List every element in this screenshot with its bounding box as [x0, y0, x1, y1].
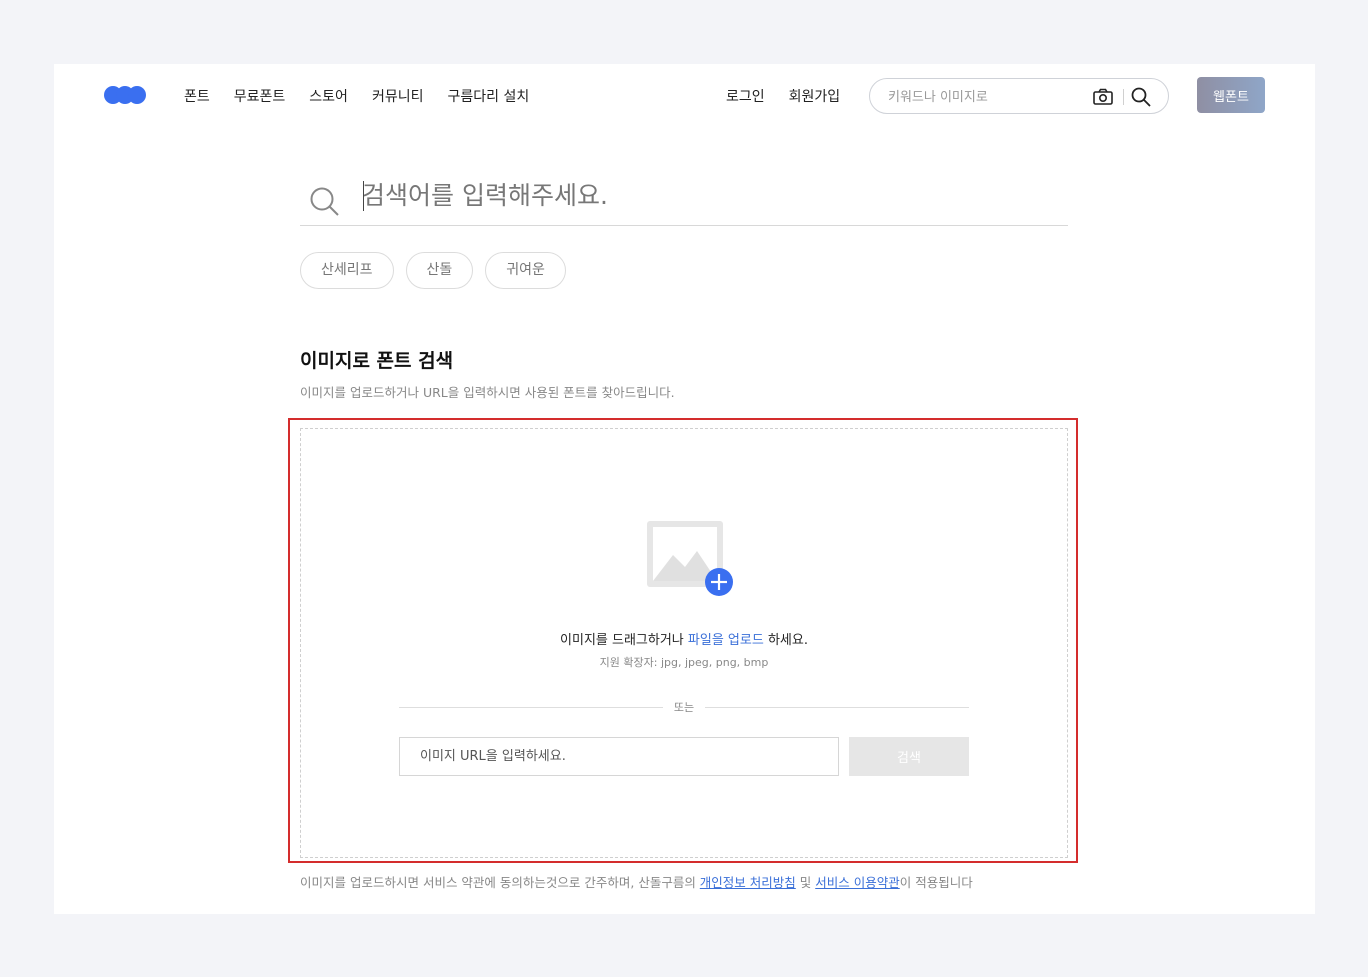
tag-chip[interactable]: 산세리프 — [300, 252, 394, 289]
logo[interactable] — [104, 86, 146, 104]
webfont-button[interactable]: 웹폰트 — [1197, 77, 1265, 113]
search-icon[interactable] — [1130, 86, 1152, 108]
file-upload-link[interactable]: 파일을 업로드 — [688, 633, 764, 648]
header-search-input[interactable] — [888, 87, 1068, 107]
auth-links: 로그인 회원가입 — [726, 86, 840, 106]
image-upload-icon — [647, 521, 733, 596]
tag-chip[interactable]: 귀여운 — [485, 252, 566, 289]
main-panel: 폰트 무료폰트 스토어 커뮤니티 구름다리 설치 로그인 회원가입 웹폰트 — [54, 64, 1315, 914]
terms-of-service-link[interactable]: 서비스 이용약관 — [815, 875, 899, 890]
login-link[interactable]: 로그인 — [726, 86, 765, 106]
divider-line — [705, 707, 969, 708]
tag-chip[interactable]: 산돌 — [405, 252, 474, 289]
main-search-input[interactable] — [362, 177, 1052, 213]
signup-link[interactable]: 회원가입 — [789, 86, 841, 106]
terms-text: 및 — [795, 875, 816, 890]
privacy-policy-link[interactable]: 개인정보 처리방침 — [700, 875, 796, 890]
drop-text-after: 하세요. — [763, 633, 808, 648]
url-search-button[interactable]: 검색 — [849, 737, 969, 776]
main-search — [300, 171, 1068, 226]
section-description: 이미지를 업로드하거나 URL을 입력하시면 사용된 폰트를 찾아드립니다. — [300, 385, 675, 400]
search-icon — [310, 187, 339, 216]
drop-text-before: 이미지를 드래그하거나 — [560, 633, 688, 648]
camera-icon[interactable] — [1092, 86, 1114, 108]
nav-item-store[interactable]: 스토어 — [309, 86, 348, 106]
terms-text: 이미지를 업로드하시면 서비스 약관에 동의하는것으로 간주하며, 산돌구름의 — [300, 875, 700, 890]
highlight-box: 이미지를 드래그하거나 파일을 업로드 하세요. 지원 확장자: jpg, jp… — [288, 418, 1078, 863]
text-caret — [363, 181, 364, 211]
divider — [1123, 89, 1124, 105]
image-url-input[interactable] — [399, 737, 839, 776]
logo-dot — [128, 86, 146, 104]
nav-item-fonts[interactable]: 폰트 — [184, 86, 210, 106]
nav-item-community[interactable]: 커뮤니티 — [372, 86, 424, 106]
terms-text: 이 적용됩니다 — [899, 875, 973, 890]
header-search — [869, 78, 1169, 114]
or-divider: 또는 — [399, 699, 969, 715]
drop-instructions: 이미지를 드래그하거나 파일을 업로드 하세요. — [301, 629, 1067, 648]
image-dropzone[interactable]: 이미지를 드래그하거나 파일을 업로드 하세요. 지원 확장자: jpg, jp… — [300, 428, 1068, 858]
supported-extensions: 지원 확장자: jpg, jpeg, png, bmp — [599, 656, 769, 669]
tag-list: 산세리프 산돌 귀여운 — [300, 252, 566, 289]
top-header: 폰트 무료폰트 스토어 커뮤니티 구름다리 설치 로그인 회원가입 웹폰트 — [54, 64, 1315, 126]
main-nav: 폰트 무료폰트 스토어 커뮤니티 구름다리 설치 — [184, 86, 529, 106]
nav-item-free-fonts[interactable]: 무료폰트 — [234, 86, 286, 106]
terms-notice: 이미지를 업로드하시면 서비스 약관에 동의하는것으로 간주하며, 산돌구름의 … — [300, 872, 973, 891]
section-title: 이미지로 폰트 검색 — [300, 350, 454, 372]
nav-item-install[interactable]: 구름다리 설치 — [447, 86, 529, 106]
